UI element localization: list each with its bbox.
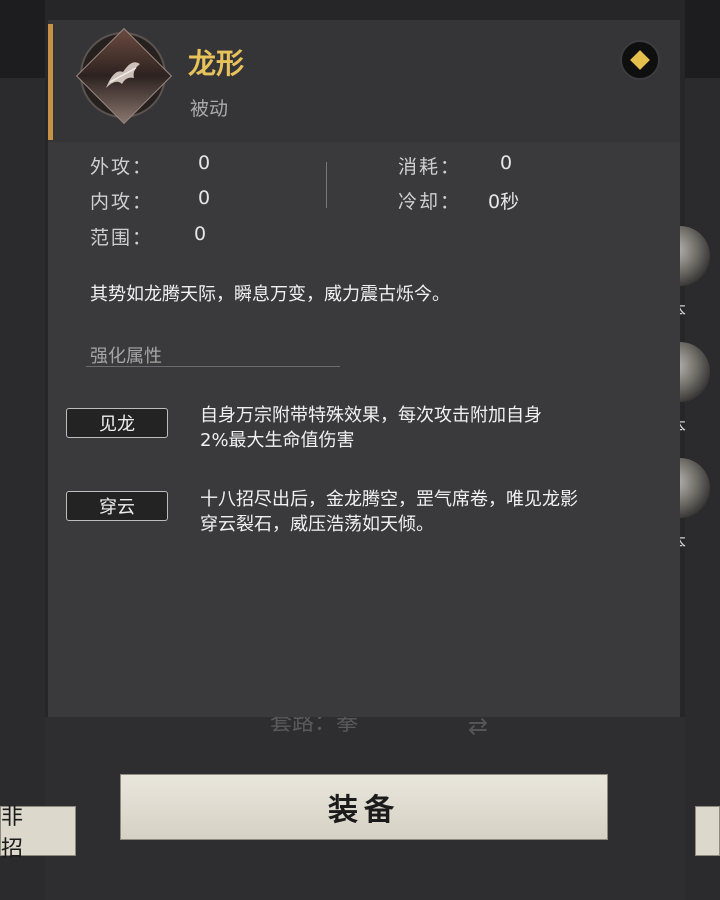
enhance-tag-jianlong: 见龙: [66, 408, 168, 438]
skill-detail-panel: 龙形 被动 外攻： 0 内攻： 0 范围： 0 消耗： 0 冷却： 0秒 其势如…: [48, 20, 680, 717]
currency-icon[interactable]: [620, 40, 660, 80]
stat-divider: [326, 162, 327, 208]
enhance-divider: [86, 366, 340, 367]
range-value: 0: [194, 223, 207, 245]
equip-button[interactable]: 装备: [120, 774, 608, 840]
inner-attack-value: 0: [198, 187, 211, 209]
enhance-text-line: 自身万宗附带特殊效果，每次攻击附加自身: [200, 405, 542, 426]
skill-icon: [75, 27, 173, 125]
enhance-text-chuanyun: 十八招尽出后，金龙腾空，罡气席卷，唯见龙影 穿云裂石，威压浩荡如天倾。: [200, 487, 670, 537]
skill-header: 龙形 被动: [48, 20, 680, 142]
enhance-text-line: 穿云裂石，威压浩荡如天倾。: [200, 514, 434, 535]
left-partial-button[interactable]: 非招: [0, 805, 76, 862]
cooldown-label: 冷却：: [398, 191, 462, 213]
skill-description: 其势如龙腾天际，瞬息万变，威力震古烁今。: [90, 284, 450, 305]
range-label: 范围：: [90, 227, 154, 249]
enhance-text-jianlong: 自身万宗附带特殊效果，每次攻击附加自身 2%最大生命值伤害: [200, 403, 670, 453]
enhance-title: 强化属性: [90, 346, 162, 367]
skill-type: 被动: [190, 98, 229, 120]
right-partial-button[interactable]: [695, 806, 720, 856]
cost-value: 0: [500, 152, 513, 174]
skill-name: 龙形: [188, 47, 245, 80]
enhance-tag-chuanyun: 穿云: [66, 491, 168, 521]
enhance-text-line: 2%最大生命值伤害: [200, 430, 355, 451]
coin-diamond: [630, 50, 650, 70]
cost-label: 消耗：: [398, 156, 462, 178]
enhance-text-line: 十八招尽出后，金龙腾空，罡气席卷，唯见龙影: [200, 489, 578, 510]
outer-attack-value: 0: [198, 152, 211, 174]
outer-attack-label: 外攻：: [90, 156, 154, 178]
inner-attack-label: 内攻：: [90, 191, 154, 213]
dragon-icon: [106, 62, 140, 88]
accent-bar: [48, 24, 53, 140]
cooldown-value: 0秒: [488, 191, 520, 213]
